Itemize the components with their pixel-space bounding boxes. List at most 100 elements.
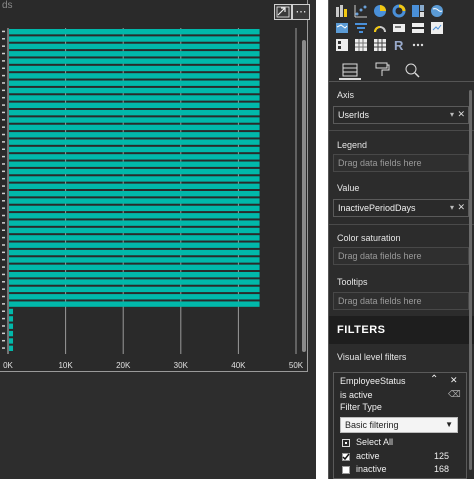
close-icon[interactable]: ✕	[450, 375, 458, 386]
pane-separator	[316, 0, 328, 479]
bar[interactable]	[9, 117, 260, 123]
matrix-icon[interactable]	[373, 38, 387, 52]
eraser-icon[interactable]: ⌫	[448, 389, 461, 400]
bar[interactable]	[9, 279, 260, 285]
visualizations-pane: R Axis UserIds ▾ ✕ Legend Drag data fiel…	[328, 0, 474, 479]
bar[interactable]	[9, 213, 260, 219]
bar[interactable]	[9, 36, 260, 42]
bar[interactable]	[9, 154, 260, 160]
bar[interactable]	[9, 95, 260, 101]
chevron-down-icon[interactable]: ▾	[450, 110, 454, 119]
bar[interactable]	[9, 272, 260, 278]
chevron-up-icon[interactable]: ⌃	[430, 374, 438, 385]
bar[interactable]	[9, 345, 14, 351]
y-tick-mark	[2, 236, 5, 239]
bar[interactable]	[9, 198, 260, 204]
bar[interactable]	[9, 176, 260, 182]
donut-chart-icon[interactable]	[392, 4, 406, 18]
map-icon[interactable]	[430, 4, 444, 18]
gauge-icon[interactable]	[373, 21, 387, 35]
filter-type-select[interactable]: Basic filtering ▼	[340, 417, 458, 433]
remove-field-icon[interactable]: ✕	[457, 202, 465, 213]
axis-field[interactable]: UserIds ▾ ✕	[333, 106, 469, 124]
bar[interactable]	[9, 65, 260, 72]
ribbon-chart-icon[interactable]	[335, 4, 349, 18]
y-tick-mark	[2, 52, 5, 55]
bar[interactable]	[9, 257, 260, 263]
bar[interactable]	[9, 242, 260, 248]
bar[interactable]	[9, 43, 260, 50]
y-tick-mark	[2, 214, 5, 217]
bar[interactable]	[9, 264, 260, 270]
chart-scrollbar[interactable]	[302, 40, 306, 352]
bar[interactable]	[9, 205, 260, 212]
option-active-checkbox[interactable]	[342, 453, 350, 461]
y-tick-mark	[2, 192, 5, 195]
pie-chart-icon[interactable]	[373, 4, 387, 18]
tab-analytics[interactable]	[401, 60, 423, 80]
fields-well: Axis UserIds ▾ ✕ Legend Drag data fields…	[329, 82, 474, 315]
treemap-icon[interactable]	[411, 4, 425, 18]
legend-drop-zone[interactable]: Drag data fields here	[333, 154, 469, 172]
table-icon[interactable]	[354, 38, 368, 52]
option-active-count: 125	[434, 451, 450, 461]
bar[interactable]	[9, 132, 260, 138]
bar[interactable]	[9, 235, 260, 241]
bar[interactable]	[9, 308, 14, 315]
bar[interactable]	[9, 294, 260, 300]
focus-mode-icon[interactable]	[274, 4, 292, 20]
bar[interactable]	[9, 102, 260, 108]
bar[interactable]	[9, 301, 260, 307]
tab-format[interactable]	[371, 60, 393, 80]
scatter-chart-icon[interactable]	[354, 4, 368, 18]
bar[interactable]	[9, 286, 260, 293]
multi-row-card-icon[interactable]	[411, 21, 425, 35]
funnel-icon[interactable]	[354, 21, 368, 35]
bar[interactable]	[9, 191, 260, 197]
bar[interactable]	[9, 87, 260, 94]
analytics-magnifier-icon	[405, 63, 420, 78]
r-visual-icon[interactable]: R	[392, 38, 406, 52]
y-tick-mark	[2, 111, 5, 114]
select-all-checkbox[interactable]	[342, 439, 350, 447]
value-field[interactable]: InactivePeriodDays ▾ ✕	[333, 199, 469, 217]
tooltips-drop-zone[interactable]: Drag data fields here	[333, 292, 469, 310]
bar[interactable]	[9, 51, 260, 57]
filter-card-employee-status[interactable]: EmployeeStatus ⌃ ✕ is active ⌫ Filter Ty…	[333, 372, 467, 479]
bar[interactable]	[9, 249, 260, 256]
bar[interactable]	[9, 183, 260, 189]
bar[interactable]	[9, 316, 14, 322]
bar[interactable]	[9, 146, 260, 153]
color-saturation-drop-zone[interactable]: Drag data fields here	[333, 247, 469, 265]
bar[interactable]	[9, 139, 260, 145]
bar[interactable]	[9, 124, 260, 131]
bar[interactable]	[9, 323, 14, 329]
bar[interactable]	[9, 338, 14, 344]
bar[interactable]	[9, 220, 260, 226]
option-inactive-checkbox[interactable]	[342, 466, 350, 474]
bar[interactable]	[9, 110, 260, 116]
bar[interactable]	[9, 29, 260, 35]
more-options-button[interactable]: ⋯	[292, 4, 310, 20]
y-tick-mark	[2, 126, 5, 128]
bar[interactable]	[9, 227, 260, 234]
tab-fields[interactable]	[339, 60, 361, 80]
card-icon[interactable]	[392, 21, 406, 35]
x-tick-label: 40K	[231, 361, 246, 370]
y-tick-mark	[2, 82, 5, 84]
pane-scrollbar[interactable]	[469, 90, 472, 470]
remove-field-icon[interactable]: ✕	[457, 109, 465, 120]
kpi-icon[interactable]	[430, 21, 444, 35]
bar[interactable]	[9, 73, 260, 79]
y-tick-mark	[2, 200, 5, 202]
chevron-down-icon[interactable]: ▾	[450, 203, 454, 212]
bar[interactable]	[9, 58, 260, 64]
slicer-icon[interactable]	[335, 38, 349, 52]
bar[interactable]	[9, 168, 260, 175]
filled-map-icon[interactable]	[335, 21, 349, 35]
more-visuals-icon[interactable]	[411, 38, 425, 52]
bar-chart-visual[interactable]: 0K 10K 20K 30K 40K 50K ds ⋯	[0, 0, 310, 372]
bar[interactable]	[9, 330, 14, 337]
bar[interactable]	[9, 161, 260, 167]
bar[interactable]	[9, 80, 260, 86]
